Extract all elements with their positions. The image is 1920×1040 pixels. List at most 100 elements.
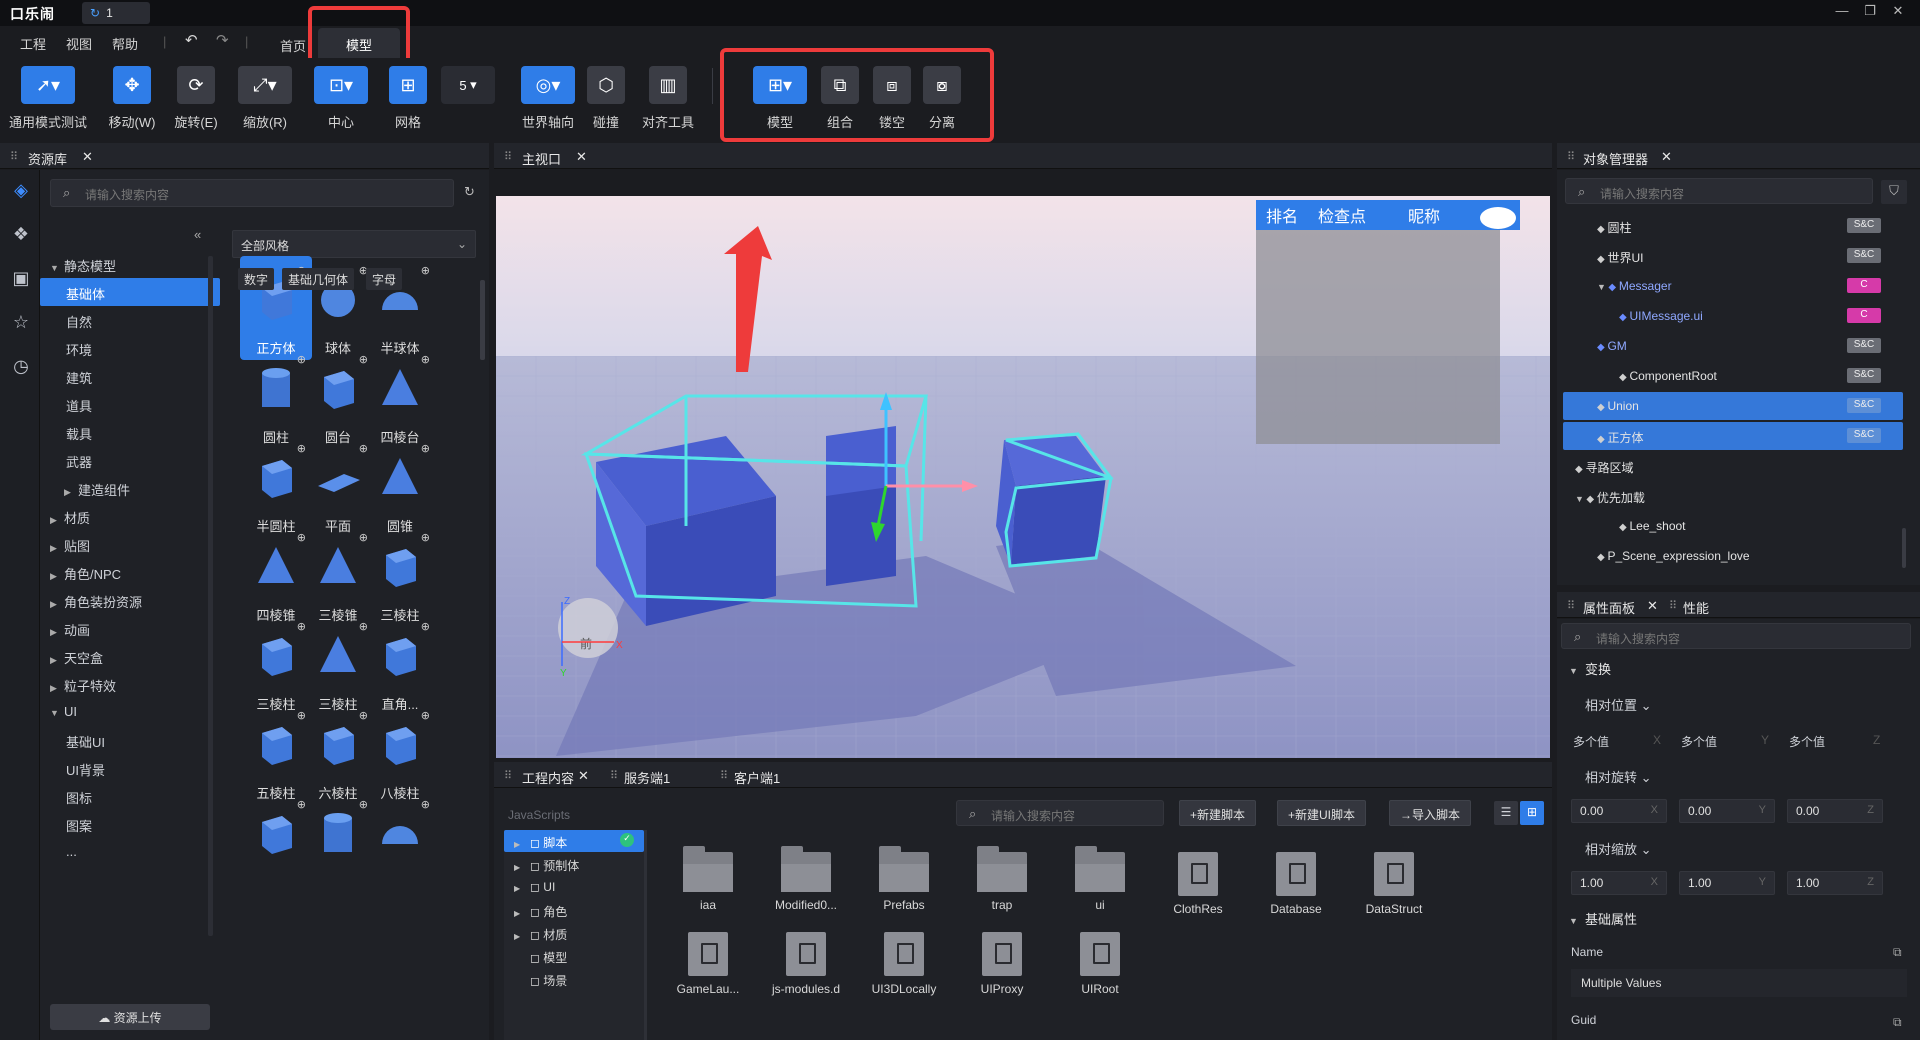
- tab-server[interactable]: 服务端1: [624, 768, 670, 787]
- outliner-row[interactable]: ◆ Union S&C: [1563, 392, 1903, 420]
- chip-basic-geometry[interactable]: 基础几何体: [282, 268, 355, 290]
- redo-icon[interactable]: ↷: [216, 31, 229, 49]
- new-ui-script-button[interactable]: +新建UI脚本: [1277, 800, 1367, 826]
- asset-category-item[interactable]: ▼ 静态模型: [40, 250, 220, 278]
- asset-category-item[interactable]: 载具: [40, 418, 220, 446]
- asset-category-item[interactable]: ▶ 角色/NPC: [40, 558, 220, 586]
- document-tab[interactable]: ↻ 1: [82, 2, 150, 24]
- grip-icon[interactable]: ⠿: [10, 150, 18, 163]
- combine-tool[interactable]: ⧉ 组合: [818, 66, 862, 131]
- viewport-scene[interactable]: 排名 检查点 昵称 前 Z X Y: [496, 196, 1550, 758]
- file-item[interactable]: GameLau...: [666, 932, 750, 996]
- menu-view[interactable]: 视图: [66, 34, 92, 53]
- asset-category-item[interactable]: 建筑: [40, 362, 220, 390]
- tab-performance[interactable]: 性能: [1683, 598, 1709, 617]
- outliner-search-input[interactable]: ⌕ 请输入搜索内容: [1565, 178, 1873, 204]
- upload-button[interactable]: ☁ 资源上传: [50, 1004, 210, 1030]
- asset-category-item[interactable]: 基础体: [40, 278, 220, 306]
- grip-icon[interactable]: ⠿: [504, 769, 512, 782]
- grip-icon[interactable]: ⠿: [1567, 150, 1575, 163]
- list-view-icon[interactable]: ☰: [1494, 801, 1518, 825]
- toolbox-icon[interactable]: ▣: [10, 268, 32, 290]
- restore-icon[interactable]: ❐: [1860, 3, 1880, 19]
- grip-icon[interactable]: ⠿: [1567, 599, 1575, 612]
- copy-icon[interactable]: ⧉: [1893, 945, 1902, 960]
- outliner-row[interactable]: ◆ 世界UI S&C: [1563, 242, 1903, 270]
- project-tree-item[interactable]: ▶ ◻ 材质: [504, 922, 644, 944]
- move-tool[interactable]: ✥ 移动(W): [104, 66, 160, 131]
- project-search-input[interactable]: ⌕ 请输入搜索内容: [956, 800, 1164, 826]
- outliner-row[interactable]: ▼ ◆ 优先加载: [1563, 482, 1903, 510]
- copy-icon[interactable]: ⧉: [1893, 1015, 1902, 1030]
- rotate-tool[interactable]: ⟳ 旋转(E): [168, 66, 224, 131]
- project-tree-item[interactable]: ◻ 模型: [504, 945, 644, 967]
- folder-item[interactable]: trap: [960, 846, 1044, 912]
- asset-item[interactable]: ⊕: [364, 790, 436, 894]
- rot-z-input[interactable]: 0.00 Z: [1787, 799, 1883, 823]
- new-script-button[interactable]: +新建脚本: [1179, 800, 1257, 826]
- outliner-row[interactable]: ◆ UIMessage.ui C: [1563, 302, 1903, 330]
- section-basic[interactable]: ▼ 基础属性: [1569, 909, 1637, 928]
- model-tool[interactable]: ⊞▾ 模型: [750, 66, 810, 131]
- tab-client[interactable]: 客户端1: [734, 768, 780, 787]
- asset-category-item[interactable]: ▶ 建造组件: [40, 474, 220, 502]
- grid-view-icon[interactable]: ⊞: [1520, 801, 1544, 825]
- asset-category-item[interactable]: ▶ 材质: [40, 502, 220, 530]
- star-icon[interactable]: ☆: [10, 312, 32, 334]
- asset-category-item[interactable]: 基础UI: [40, 726, 220, 754]
- scrollbar[interactable]: [480, 280, 485, 360]
- import-script-button[interactable]: →导入脚本: [1389, 800, 1472, 826]
- scale-tool[interactable]: ⤢▾ 缩放(R): [232, 66, 298, 131]
- outliner-row[interactable]: ◆ 正方体 S&C: [1563, 422, 1903, 450]
- asset-category-item[interactable]: UI背景: [40, 754, 220, 782]
- grip-icon[interactable]: ⠿: [720, 769, 728, 782]
- grid-size-select[interactable]: 5 ▾: [436, 66, 500, 112]
- close-icon[interactable]: ✕: [1888, 3, 1908, 19]
- hollow-tool[interactable]: ⧈ 镂空: [870, 66, 914, 131]
- chip-letters[interactable]: 字母: [366, 268, 403, 290]
- asset-category-item[interactable]: 道具: [40, 390, 220, 418]
- undo-icon[interactable]: ↶: [185, 31, 198, 49]
- project-tree-item[interactable]: ▶ ◻ 脚本 ✓: [504, 830, 644, 852]
- menu-help[interactable]: 帮助: [112, 34, 138, 53]
- asset-category-item[interactable]: 自然: [40, 306, 220, 334]
- grid-tool[interactable]: ⊞ 网格: [386, 66, 430, 131]
- asset-category-item[interactable]: ...: [40, 838, 220, 866]
- menu-project[interactable]: 工程: [20, 34, 46, 53]
- outliner-row[interactable]: ▼ ◆ Messager C: [1563, 272, 1903, 300]
- scale-y-input[interactable]: 1.00 Y: [1679, 871, 1775, 895]
- pos-y-value[interactable]: 多个值: [1681, 733, 1717, 750]
- props-search-input[interactable]: ⌕ 请输入搜索内容: [1561, 623, 1911, 649]
- file-item[interactable]: UIRoot: [1058, 932, 1142, 996]
- outliner-row[interactable]: ◆ ComponentRoot S&C: [1563, 362, 1903, 390]
- rot-y-input[interactable]: 0.00 Y: [1679, 799, 1775, 823]
- name-field[interactable]: Multiple Values: [1571, 969, 1907, 997]
- close-icon[interactable]: ✕: [576, 149, 587, 165]
- clock-icon[interactable]: ◷: [10, 356, 32, 378]
- grip-icon[interactable]: ⠿: [504, 150, 512, 163]
- section-transform[interactable]: ▼ 变换: [1569, 659, 1611, 678]
- scale-x-input[interactable]: 1.00 X: [1571, 871, 1667, 895]
- shapes-icon[interactable]: ◈: [10, 180, 32, 202]
- outliner-row[interactable]: ◆ GM S&C: [1563, 332, 1903, 360]
- scrollbar[interactable]: [1902, 528, 1906, 568]
- minimize-icon[interactable]: —: [1832, 3, 1852, 18]
- align-tool[interactable]: ▥ 对齐工具: [636, 66, 700, 131]
- pos-x-value[interactable]: 多个值: [1573, 733, 1609, 750]
- asset-category-item[interactable]: ▶ 角色装扮资源: [40, 586, 220, 614]
- scale-z-input[interactable]: 1.00 Z: [1787, 871, 1883, 895]
- filter-icon[interactable]: ⛉: [1881, 180, 1907, 204]
- tab-properties[interactable]: 属性面板: [1583, 598, 1635, 617]
- file-item[interactable]: js-modules.d: [764, 932, 848, 996]
- chip-numbers[interactable]: 数字: [238, 268, 275, 290]
- scrollbar[interactable]: [208, 256, 213, 936]
- file-item[interactable]: Database: [1254, 852, 1338, 916]
- close-icon[interactable]: ✕: [578, 768, 589, 784]
- asset-category-item[interactable]: ▶ 天空盒: [40, 642, 220, 670]
- project-tree-item[interactable]: ◻ 场景: [504, 968, 644, 990]
- asset-category-item[interactable]: ▶ 动画: [40, 614, 220, 642]
- rel-rot-label[interactable]: 相对旋转 ⌄: [1585, 767, 1652, 786]
- asset-category-item[interactable]: 图案: [40, 810, 220, 838]
- asset-category-item[interactable]: ▶ 贴图: [40, 530, 220, 558]
- folder-item[interactable]: Prefabs: [862, 846, 946, 912]
